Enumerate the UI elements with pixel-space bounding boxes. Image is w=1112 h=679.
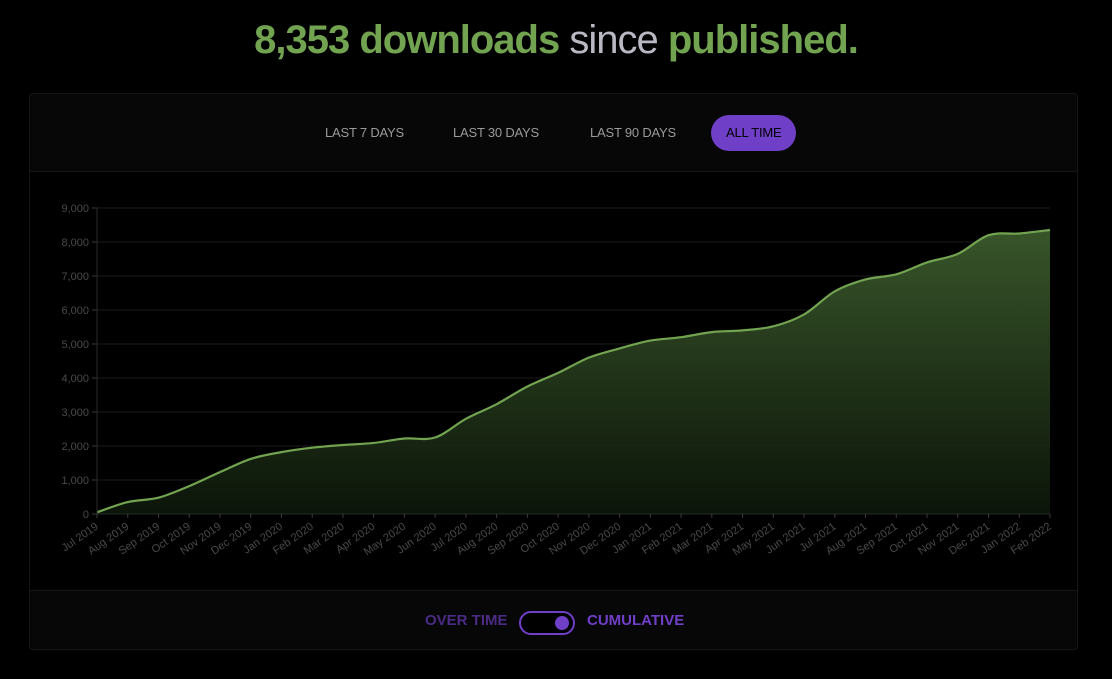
data-point (925, 260, 929, 264)
cumulative-label[interactable]: CUMULATIVE (587, 610, 684, 632)
y-tick-label: 4,000 (61, 373, 89, 385)
since-text: since (569, 18, 658, 62)
data-point (310, 446, 314, 450)
data-point (771, 324, 775, 328)
y-tick-label: 3,000 (61, 407, 89, 419)
data-point (864, 277, 868, 281)
toggle-knob (555, 616, 569, 630)
data-point (372, 441, 376, 445)
series-area (97, 229, 1050, 515)
y-tick-label: 1,000 (61, 475, 89, 487)
chart-area: 0 1,000 2,000 3,000 4,000 5,000 6,000 7,000 8,00… (30, 172, 1077, 590)
over-time-label[interactable]: OVER TIME (425, 610, 508, 632)
data-point (218, 470, 222, 474)
data-point (1048, 228, 1052, 232)
data-point (618, 346, 622, 350)
data-point (894, 272, 898, 276)
downloads-headline: 8,353 downloads since published. (0, 14, 1112, 66)
data-point (1017, 232, 1021, 236)
data-point (556, 371, 560, 375)
data-point (187, 484, 191, 488)
data-point (402, 437, 406, 441)
downloads-card: LAST 7 DAYS LAST 30 DAYS LAST 90 DAYS AL… (29, 93, 1078, 650)
tab-all-time[interactable]: ALL TIME (711, 115, 797, 151)
data-point (710, 330, 714, 334)
y-tick-label: 0 (83, 509, 89, 521)
data-point (341, 443, 345, 447)
y-tick-label: 9,000 (61, 203, 89, 215)
data-point (525, 385, 529, 389)
published-text: published. (667, 18, 859, 62)
tab-last-7-days[interactable]: LAST 7 DAYS (310, 115, 419, 151)
data-point (587, 356, 591, 360)
y-tick-label: 8,000 (61, 237, 89, 249)
data-point (464, 417, 468, 421)
y-tick-label: 6,000 (61, 305, 89, 317)
data-point (833, 289, 837, 293)
downloads-chart: 0 1,000 2,000 3,000 4,000 5,000 6,000 7,000 8,00… (60, 203, 1054, 558)
data-point (156, 496, 160, 500)
data-point (679, 335, 683, 339)
y-tick-label: 5,000 (61, 339, 89, 351)
chart-mode-footer: OVER TIME CUMULATIVE (30, 590, 1077, 651)
data-point (249, 457, 253, 461)
y-tick-label: 2,000 (61, 441, 89, 453)
data-point (495, 402, 499, 406)
data-point (279, 450, 283, 454)
tab-last-30-days[interactable]: LAST 30 DAYS (438, 115, 554, 151)
data-point (741, 328, 745, 332)
data-point (433, 436, 437, 440)
data-point (956, 252, 960, 256)
y-tick-label: 7,000 (61, 271, 89, 283)
download-count: 8,353 downloads (254, 18, 560, 62)
data-point (95, 510, 99, 514)
cumulative-toggle[interactable] (519, 611, 575, 635)
data-point (648, 339, 652, 343)
data-point (126, 500, 130, 504)
time-range-tabs: LAST 7 DAYS LAST 30 DAYS LAST 90 DAYS AL… (30, 94, 1077, 172)
data-point (802, 312, 806, 316)
tab-last-90-days[interactable]: LAST 90 DAYS (575, 115, 691, 151)
data-point (987, 233, 991, 237)
